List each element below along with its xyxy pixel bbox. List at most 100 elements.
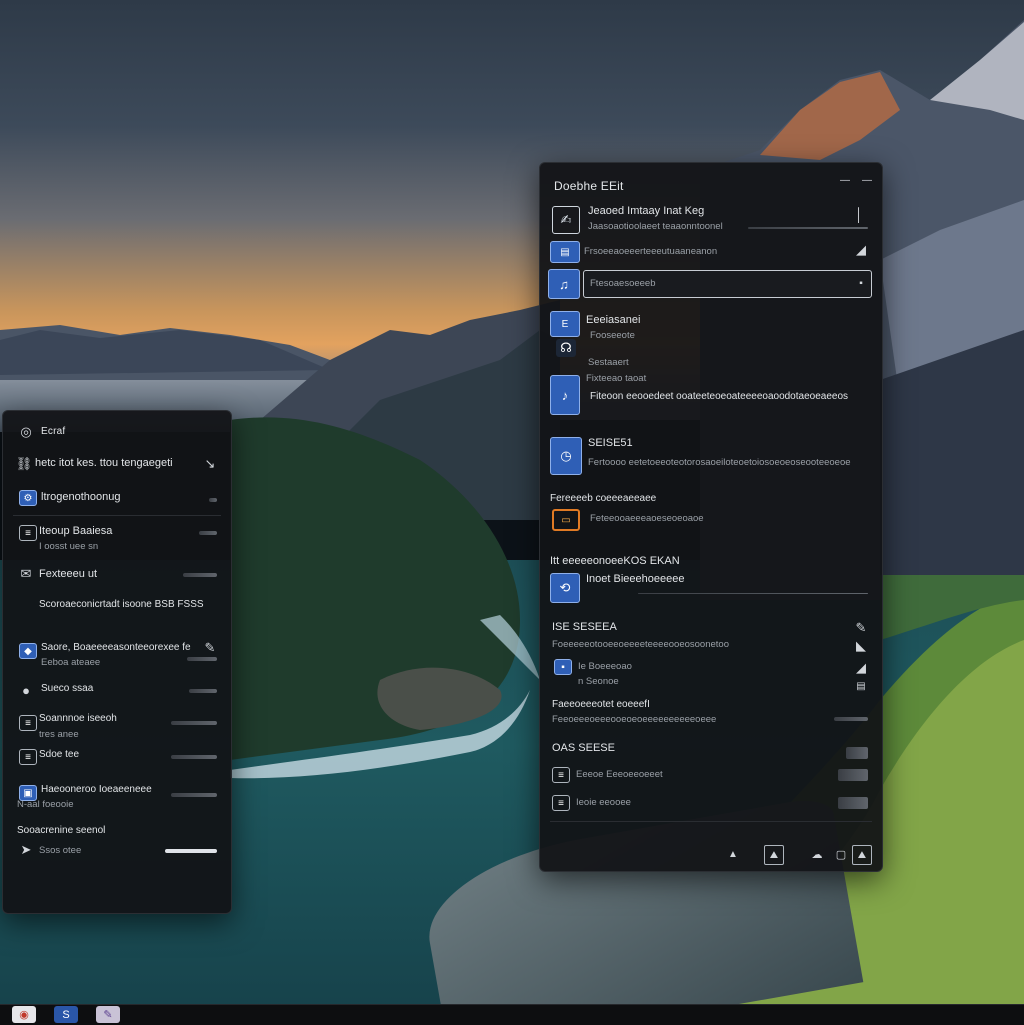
send-icon: ➤ [20,842,32,857]
list-item-label: Sestaaert [588,357,629,368]
browser-icon[interactable]: ◉ [12,1006,36,1023]
divider [13,515,221,516]
list-item-label: Faeeoeeeotet eoeeefI [552,699,650,710]
list-item-label: Fereeeeb coeeeaeeaee [550,493,657,504]
list-item[interactable]: ≡ Sdoe tee [3,745,231,771]
section-header: Scoroaeconicrtadt isoone BSB FSSS [3,595,231,617]
gallery-icon[interactable]: ⛰ [852,845,872,865]
list-item-label: ISE SESEEA [552,621,617,633]
header-text: hetc itot kes. ttou tengaegeti [35,457,173,469]
list-item-label: ltrogenothoonug [41,491,121,503]
item-indicator [171,793,217,797]
list-item[interactable]: Sestaaert [540,355,882,371]
list-item-detail: Feeoeeeoeeeooeoeoeeeeeeeeeeoeee [552,714,717,725]
list-item-label: Haeooneroo Ioeaeeneee [41,784,152,795]
app-icon: ▤ [550,241,580,263]
list-item[interactable]: ♪ Fixteeao taoat Fiteoon eeooedeet ooate… [540,371,882,419]
app-icon: ▪ [554,659,572,675]
list-item[interactable]: E ☊ Eeeiasanei Fooseeote [540,311,882,361]
list-item-detail: Inoet Bieeehoeeeee [586,573,685,585]
list-item-label: Fexteeeu ut [39,568,98,580]
list-item-label: Fixteeao taoat [586,373,647,384]
sync-icon: ⟲ [550,573,580,603]
divider [550,821,872,822]
list-item[interactable]: ISE SESEEA Foeeeeeotooeeoeeeeteeeeooeoso… [540,619,882,659]
toggle-icon[interactable]: ◢ [852,659,870,677]
list-item[interactable]: ▤ Frsoeeaoeeerteeeutuaaneanon ◢ [540,241,882,263]
list-item-selected[interactable]: ♫ Ftesoaesoeeeb ▪ [540,267,882,301]
list-item-detail: Fooseeote [590,330,635,341]
list-item[interactable]: Faeeoeeeotet eoeeefI Feeoeeeoeeeooeoeoee… [540,697,882,731]
triangle-icon[interactable]: ▲ [724,845,742,863]
list-item-detail: Foeeeeeotooeeoeeeeteeeeooeosoonetoo [552,639,729,650]
app-logo-icon: ◎ [20,424,32,439]
list-item-detail: Feteeooaeeeaoeseoeoaoe [590,513,704,524]
item-indicator [165,849,217,853]
list-item[interactable]: ● Sueco ssaa [3,679,231,705]
edit-icon[interactable]: ✎ [852,619,870,637]
left-settings-panel: ◎ Ecraf ⛓ hetc itot kes. ttou tengaegeti… [2,410,232,914]
minimize-icon[interactable]: — [836,171,854,189]
image-icon: E [550,311,580,337]
close-icon[interactable]: — [858,171,876,189]
more-icon[interactable]: ▤ [852,677,870,695]
list-item-detail: N-aal foeooie [17,799,74,810]
list-item[interactable]: ≡ Soannnoe iseeoh tres anee [3,711,231,745]
panel-title: Ecraf [41,426,66,437]
panel-title: Doebhe EEit [554,179,624,193]
edit-icon[interactable]: ✎ [201,639,219,657]
list-item[interactable]: ◷ SEISE51 Fertoooo eetetoeeoteotorosaoei… [540,435,882,479]
list-item-detail: Ssos otee [39,845,82,856]
files-icon[interactable]: ✎ [96,1006,120,1023]
cloud-icon[interactable]: ☁ [808,845,826,863]
list-item-detail: I oosst uee sn [39,541,99,552]
list-item[interactable]: ✉ Fexteeeu ut [3,563,231,589]
list-item[interactable]: Fereeeeb coeeeaeeaee ▭ Feteeooaeeeaoeseo… [540,491,882,537]
toggle-icon[interactable]: ◣ [852,637,870,655]
list-icon: ≡ [19,749,37,765]
list-item-detail: Eeboa ateaee [41,657,101,668]
list-item[interactable]: ≡ Iteoup Baaiesa I oosst uee sn [3,521,231,555]
list-item-label: Eeeiasanei [586,314,641,326]
list-item[interactable]: Sooacrenine seenol ➤ Ssos otee [3,821,231,861]
list-icon: ≡ [552,767,570,783]
expand-icon[interactable]: ↘ [201,455,219,473]
list-item-label: Sdoe tee [39,749,80,760]
item-divider [638,593,868,594]
slider-handle-icon[interactable]: │ [850,205,868,223]
item-indicator [189,689,217,693]
list-item[interactable]: Itt eeeeeonoeeKOS EKAN ⟲ Inoet Bieeehoee… [540,553,882,605]
list-icon: ≡ [552,795,570,811]
list-item[interactable]: ◆ Saore, Boaeeeeasonteeorexee feaa Eeboa… [3,639,231,671]
list-item[interactable]: ▪ Ie Boeeeoao n Seonoe ◢ ▤ [540,659,882,693]
list-item-label: SEISE51 [588,437,633,449]
item-indicator [209,498,217,502]
app-icon[interactable]: S [54,1006,78,1023]
corner-icon[interactable]: ◢ [852,241,870,259]
item-indicator [834,717,868,721]
app-icon: ◆ [19,643,37,659]
music-icon: ♫ [548,269,580,299]
list-item-label: Ieoie eeooee [576,797,631,808]
music-icon: ♪ [550,375,580,415]
item-indicator [838,769,868,781]
list-item-label: Ftesoaesoeeeb [590,278,656,289]
mail-icon: ✉ [20,566,32,581]
list-item[interactable]: ▣ Haeooneroo Ioeaeeneee N-aal foeooie [3,783,231,817]
list-item[interactable]: ≡ Ieoie eeooee [540,791,882,815]
window-icon[interactable]: ▢ [832,845,850,863]
item-indicator [183,573,217,577]
list-item[interactable]: ✍ Jeaoed Imtaay Inat Keg Jaasoaotioolaee… [540,203,882,235]
panel-header-row[interactable]: ⛓ hetc itot kes. ttou tengaegeti ↘ [3,453,231,473]
list-item[interactable]: ≡ Eeeoe Eeeoeeoeeet [540,763,882,787]
settings-icon: ⚙ [19,490,37,506]
image-icon[interactable]: ⛰ [764,845,784,865]
list-item-label: Itt eeeeeonoeeKOS EKAN [550,555,680,567]
list-item-label: Sooacrenine seenol [17,825,106,836]
item-indicator [171,721,217,725]
list-item-label: Saore, Boaeeeeasonteeorexee feaa [41,642,191,653]
list-item-detail: n Seonoe [578,676,619,687]
section-title: Scoroaeconicrtadt isoone BSB FSSS [39,599,204,610]
list-item[interactable]: ⚙ ltrogenothoonug [3,487,231,509]
more-icon[interactable]: ▪ [852,274,870,292]
